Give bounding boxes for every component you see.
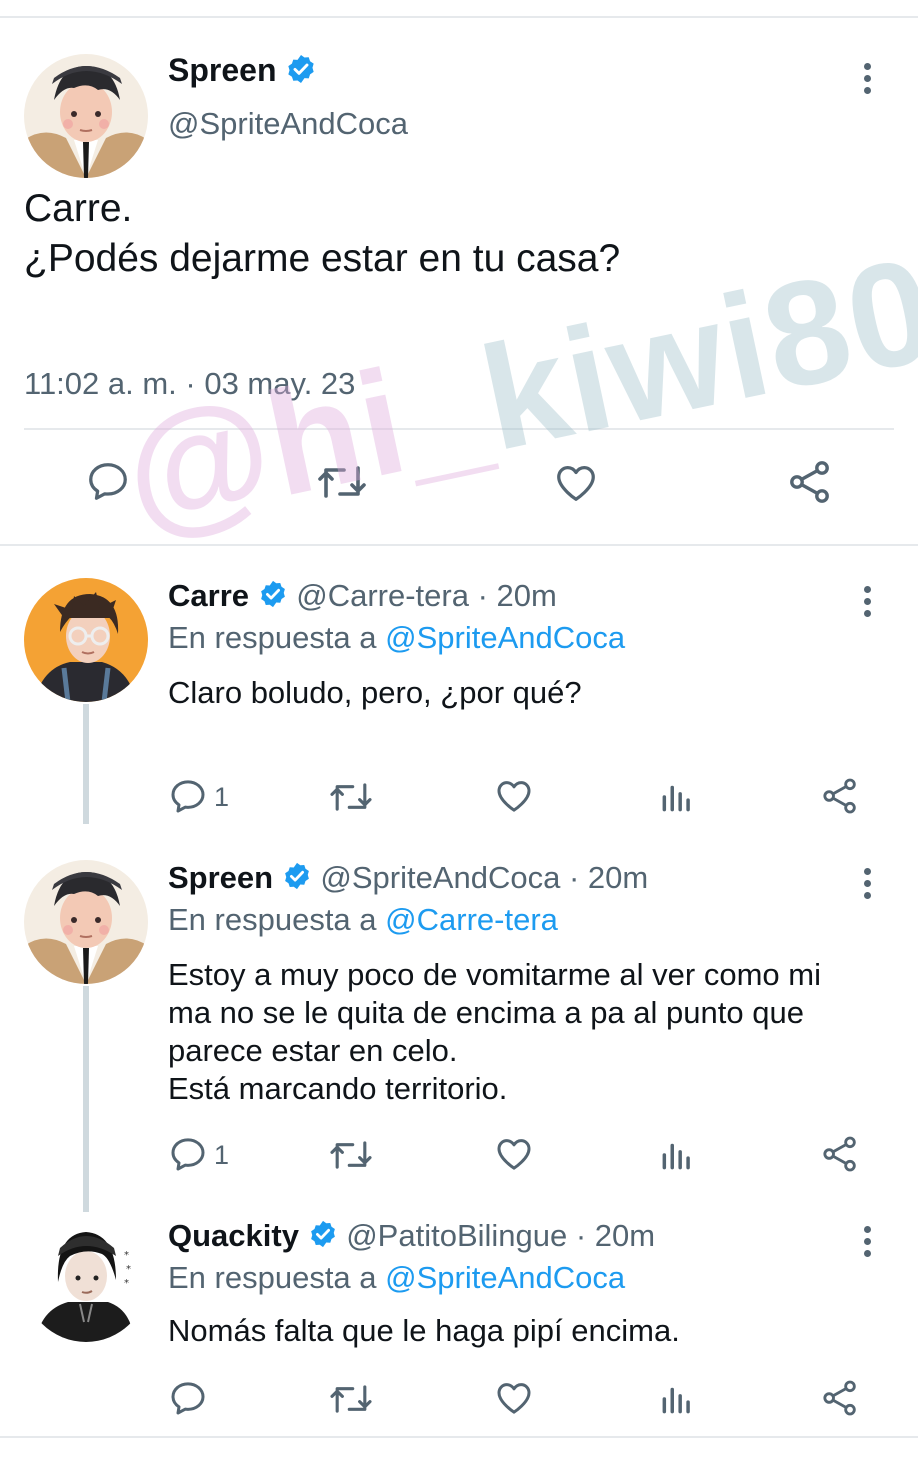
more-options-icon[interactable] (864, 586, 874, 622)
reply-actions: 1 (0, 1134, 918, 1178)
author-avatar[interactable] (24, 54, 148, 178)
analytics-icon[interactable] (658, 1380, 696, 1423)
bottom-divider (0, 1436, 918, 1438)
reply-icon[interactable] (168, 1134, 208, 1179)
verified-badge-icon (282, 861, 312, 899)
section-divider (0, 544, 918, 546)
reply-text-line: ma no se le quita de encima a pa al punt… (168, 995, 804, 1030)
more-options-icon[interactable] (864, 1226, 874, 1262)
tweet-text: Carre. ¿Podés dejarme estar en tu casa? (24, 184, 620, 284)
in-reply-prefix: En respuesta a (168, 620, 377, 655)
tweet-text-line: Carre. (24, 187, 133, 230)
author-handle[interactable]: @Carre-tera (296, 578, 469, 613)
reply-text-line: Está marcando territorio. (168, 1071, 508, 1106)
reply-count: 1 (214, 1140, 230, 1170)
svg-text:*: * (126, 1264, 131, 1275)
like-icon[interactable] (494, 776, 534, 821)
author-handle[interactable]: @PatitoBilingue (346, 1218, 567, 1253)
tweet-actions (0, 458, 918, 518)
in-reply-prefix: En respuesta a (168, 1260, 377, 1295)
retweet-icon[interactable] (328, 1136, 374, 1179)
analytics-icon[interactable] (658, 1136, 696, 1179)
in-reply-to: En respuesta a @SpriteAndCoca (168, 620, 625, 656)
reply-icon[interactable] (85, 458, 131, 509)
analytics-icon[interactable] (658, 778, 696, 821)
author-avatar[interactable] (24, 578, 148, 702)
author-handle[interactable]: @SpriteAndCoca (320, 860, 560, 895)
divider (24, 428, 894, 430)
reply-icon[interactable] (168, 776, 208, 821)
in-reply-link[interactable]: @Carre-tera (385, 902, 558, 937)
reply-actions: 1 (0, 776, 918, 820)
author-name[interactable]: Spreen (168, 52, 276, 88)
reply-tweet[interactable]: Carre @Carre-tera · 20m En respuesta a @… (0, 578, 918, 838)
reply-header: Spreen @SpriteAndCoca · 20m (168, 860, 648, 899)
share-icon[interactable] (786, 458, 834, 511)
tweet-timestamp[interactable]: 11:02 a. m. · 03 may. 23 (24, 366, 355, 402)
reply-time[interactable]: · 20m (576, 1218, 655, 1253)
retweet-icon[interactable] (316, 460, 368, 509)
author-name[interactable]: Carre (168, 578, 249, 613)
author-handle[interactable]: @SpriteAndCoca (168, 106, 408, 142)
reply-text: Claro boludo, pero, ¿por qué? (168, 675, 582, 710)
share-icon[interactable] (820, 1378, 860, 1423)
reply-text: Nomás falta que le haga pipí encima. (168, 1313, 680, 1348)
reply-actions (0, 1378, 918, 1422)
in-reply-to: En respuesta a @Carre-tera (168, 902, 558, 938)
reply-header: Carre @Carre-tera · 20m (168, 578, 557, 617)
reply-time[interactable]: · 20m (569, 860, 648, 895)
reply-count: 1 (214, 782, 230, 812)
verified-badge-icon (258, 579, 288, 617)
reply-tweet[interactable]: Spreen @SpriteAndCoca · 20m En respuesta… (0, 860, 918, 1200)
verified-badge-icon (308, 1219, 338, 1257)
in-reply-prefix: En respuesta a (168, 902, 377, 937)
in-reply-link[interactable]: @SpriteAndCoca (385, 1260, 625, 1295)
share-icon[interactable] (820, 1134, 860, 1179)
author-name-row[interactable]: Spreen (168, 52, 317, 93)
retweet-icon[interactable] (328, 1380, 374, 1423)
reply-icon[interactable] (168, 1378, 208, 1423)
author-avatar[interactable]: * * * (24, 1218, 148, 1342)
reply-text: Estoy a muy poco de vomitarme al ver com… (168, 956, 888, 1108)
svg-text:*: * (124, 1278, 129, 1289)
in-reply-to: En respuesta a @SpriteAndCoca (168, 1260, 625, 1296)
like-icon[interactable] (553, 460, 599, 511)
svg-text:*: * (124, 1250, 129, 1261)
author-name[interactable]: Spreen (168, 860, 273, 895)
more-options-icon[interactable] (864, 868, 874, 904)
like-icon[interactable] (494, 1134, 534, 1179)
verified-badge-icon (285, 53, 317, 93)
reply-text-line: Estoy a muy poco de vomitarme al ver com… (168, 957, 821, 992)
reply-time[interactable]: · 20m (478, 578, 557, 613)
in-reply-link[interactable]: @SpriteAndCoca (385, 620, 625, 655)
author-avatar[interactable] (24, 860, 148, 984)
reply-header: Quackity @PatitoBilingue · 20m (168, 1218, 655, 1257)
more-options-icon[interactable] (864, 63, 874, 99)
main-tweet[interactable]: Spreen @SpriteAndCoca Carre. ¿Podés deja… (0, 18, 918, 546)
share-icon[interactable] (820, 776, 860, 821)
reply-tweet[interactable]: * * * Quackity @PatitoBilingue · 20m En … (0, 1218, 918, 1428)
author-name[interactable]: Quackity (168, 1218, 299, 1253)
tweet-text-line: ¿Podés dejarme estar en tu casa? (24, 237, 621, 280)
like-icon[interactable] (494, 1378, 534, 1423)
reply-text-line: parece estar en celo. (168, 1033, 458, 1068)
retweet-icon[interactable] (328, 778, 374, 821)
